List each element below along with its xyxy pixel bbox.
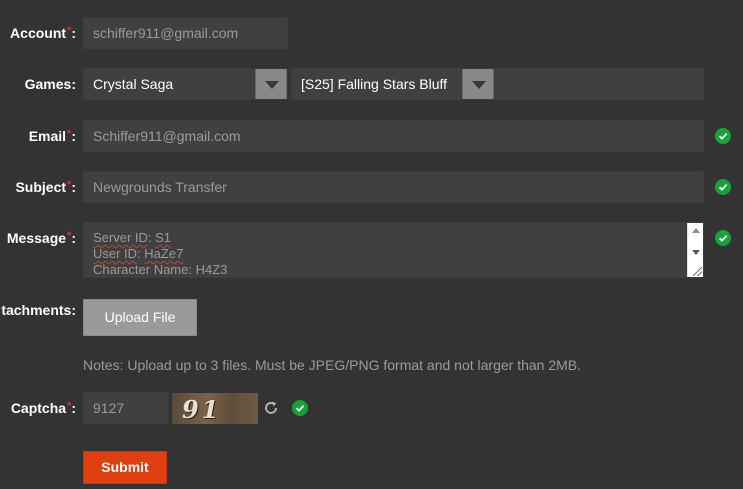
email-placeholder: Schiffer911@gmail.com bbox=[93, 128, 241, 144]
email-valid-check-icon bbox=[715, 128, 731, 144]
account-label: Account*: bbox=[10, 25, 76, 41]
account-field[interactable]: schiffer911@gmail.com bbox=[83, 17, 288, 49]
upload-file-button[interactable]: Upload File bbox=[83, 299, 197, 336]
message-line: User ID: HaZe7 bbox=[93, 246, 184, 261]
message-textarea[interactable]: Server ID: S1 User ID: HaZe7 Character N… bbox=[83, 222, 704, 278]
email-label: Email*: bbox=[28, 128, 76, 144]
subject-placeholder: Newgrounds Transfer bbox=[93, 179, 227, 195]
captcha-valid-check-icon bbox=[292, 400, 308, 416]
required-mark: * bbox=[67, 25, 72, 37]
subject-valid-check-icon bbox=[715, 179, 731, 195]
message-scrollbar[interactable] bbox=[687, 223, 703, 277]
game-select[interactable]: Crystal Saga bbox=[83, 68, 288, 100]
games-label: Games: bbox=[24, 76, 76, 92]
game-select-value: Crystal Saga bbox=[93, 76, 174, 92]
subject-field[interactable]: Newgrounds Transfer bbox=[83, 171, 704, 203]
message-label: Message*: bbox=[6, 230, 76, 246]
message-valid-check-icon bbox=[715, 230, 731, 246]
server-select-caret-button[interactable] bbox=[462, 69, 494, 99]
captcha-image-text: 91 27 bbox=[182, 395, 222, 424]
message-line: Server ID: S1 bbox=[93, 230, 172, 245]
account-value: schiffer911@gmail.com bbox=[93, 25, 239, 41]
scroll-down-arrow-icon[interactable] bbox=[692, 250, 700, 255]
message-line: Character Name: H4Z3 bbox=[93, 262, 228, 277]
resize-grip-icon[interactable] bbox=[693, 267, 702, 276]
required-mark: * bbox=[67, 400, 72, 412]
required-mark: * bbox=[67, 128, 72, 140]
subject-label: Subject*: bbox=[15, 179, 76, 195]
server-select-value: [S25] Falling Stars Bluff bbox=[301, 76, 448, 92]
caret-down-icon bbox=[265, 81, 279, 89]
scroll-up-arrow-icon[interactable] bbox=[692, 228, 700, 233]
attachments-label: tachments: bbox=[1, 302, 76, 318]
upload-notes: Notes: Upload up to 3 files. Must be JPE… bbox=[83, 357, 582, 373]
required-mark: * bbox=[67, 179, 72, 191]
submit-button[interactable]: Submit bbox=[83, 451, 167, 484]
captcha-value: 9127 bbox=[93, 400, 125, 416]
game-select-caret-button[interactable] bbox=[255, 69, 287, 99]
caret-down-icon bbox=[472, 81, 486, 89]
refresh-icon[interactable] bbox=[263, 400, 279, 416]
captcha-label: Captcha*: bbox=[10, 400, 76, 416]
captcha-image: 91 27 bbox=[172, 393, 258, 424]
server-select[interactable]: [S25] Falling Stars Bluff bbox=[291, 68, 704, 100]
required-mark: * bbox=[67, 230, 72, 242]
email-field[interactable]: Schiffer911@gmail.com bbox=[83, 120, 704, 152]
captcha-input[interactable]: 9127 bbox=[83, 392, 169, 424]
